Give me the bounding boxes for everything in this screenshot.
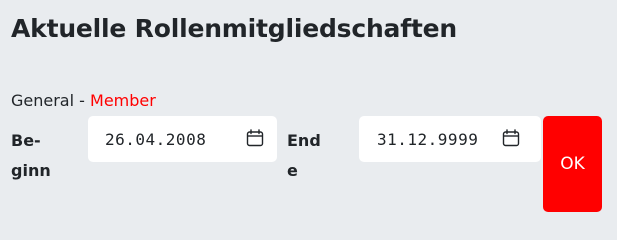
role-name: Member: [90, 91, 156, 110]
calendar-icon[interactable]: [246, 129, 264, 147]
calendar-icon[interactable]: [502, 129, 520, 147]
page-title: Aktuelle Rollenmitgliedschaften: [11, 14, 457, 43]
end-date-value[interactable]: 31.12.9999: [377, 130, 478, 149]
role-membership-line: General - Member: [11, 91, 156, 110]
begin-date-label: Be- ginn: [11, 126, 71, 186]
end-date-label: End e: [287, 126, 347, 186]
group-name: General: [11, 91, 75, 110]
group-role-separator: -: [74, 91, 91, 110]
begin-date-input[interactable]: 26.04.2008: [88, 116, 277, 162]
end-date-label-text: End e: [287, 131, 321, 180]
ok-button[interactable]: OK: [543, 116, 602, 212]
begin-date-value[interactable]: 26.04.2008: [105, 130, 206, 149]
begin-date-label-text: Be- ginn: [11, 131, 51, 180]
end-date-input[interactable]: 31.12.9999: [359, 116, 541, 162]
